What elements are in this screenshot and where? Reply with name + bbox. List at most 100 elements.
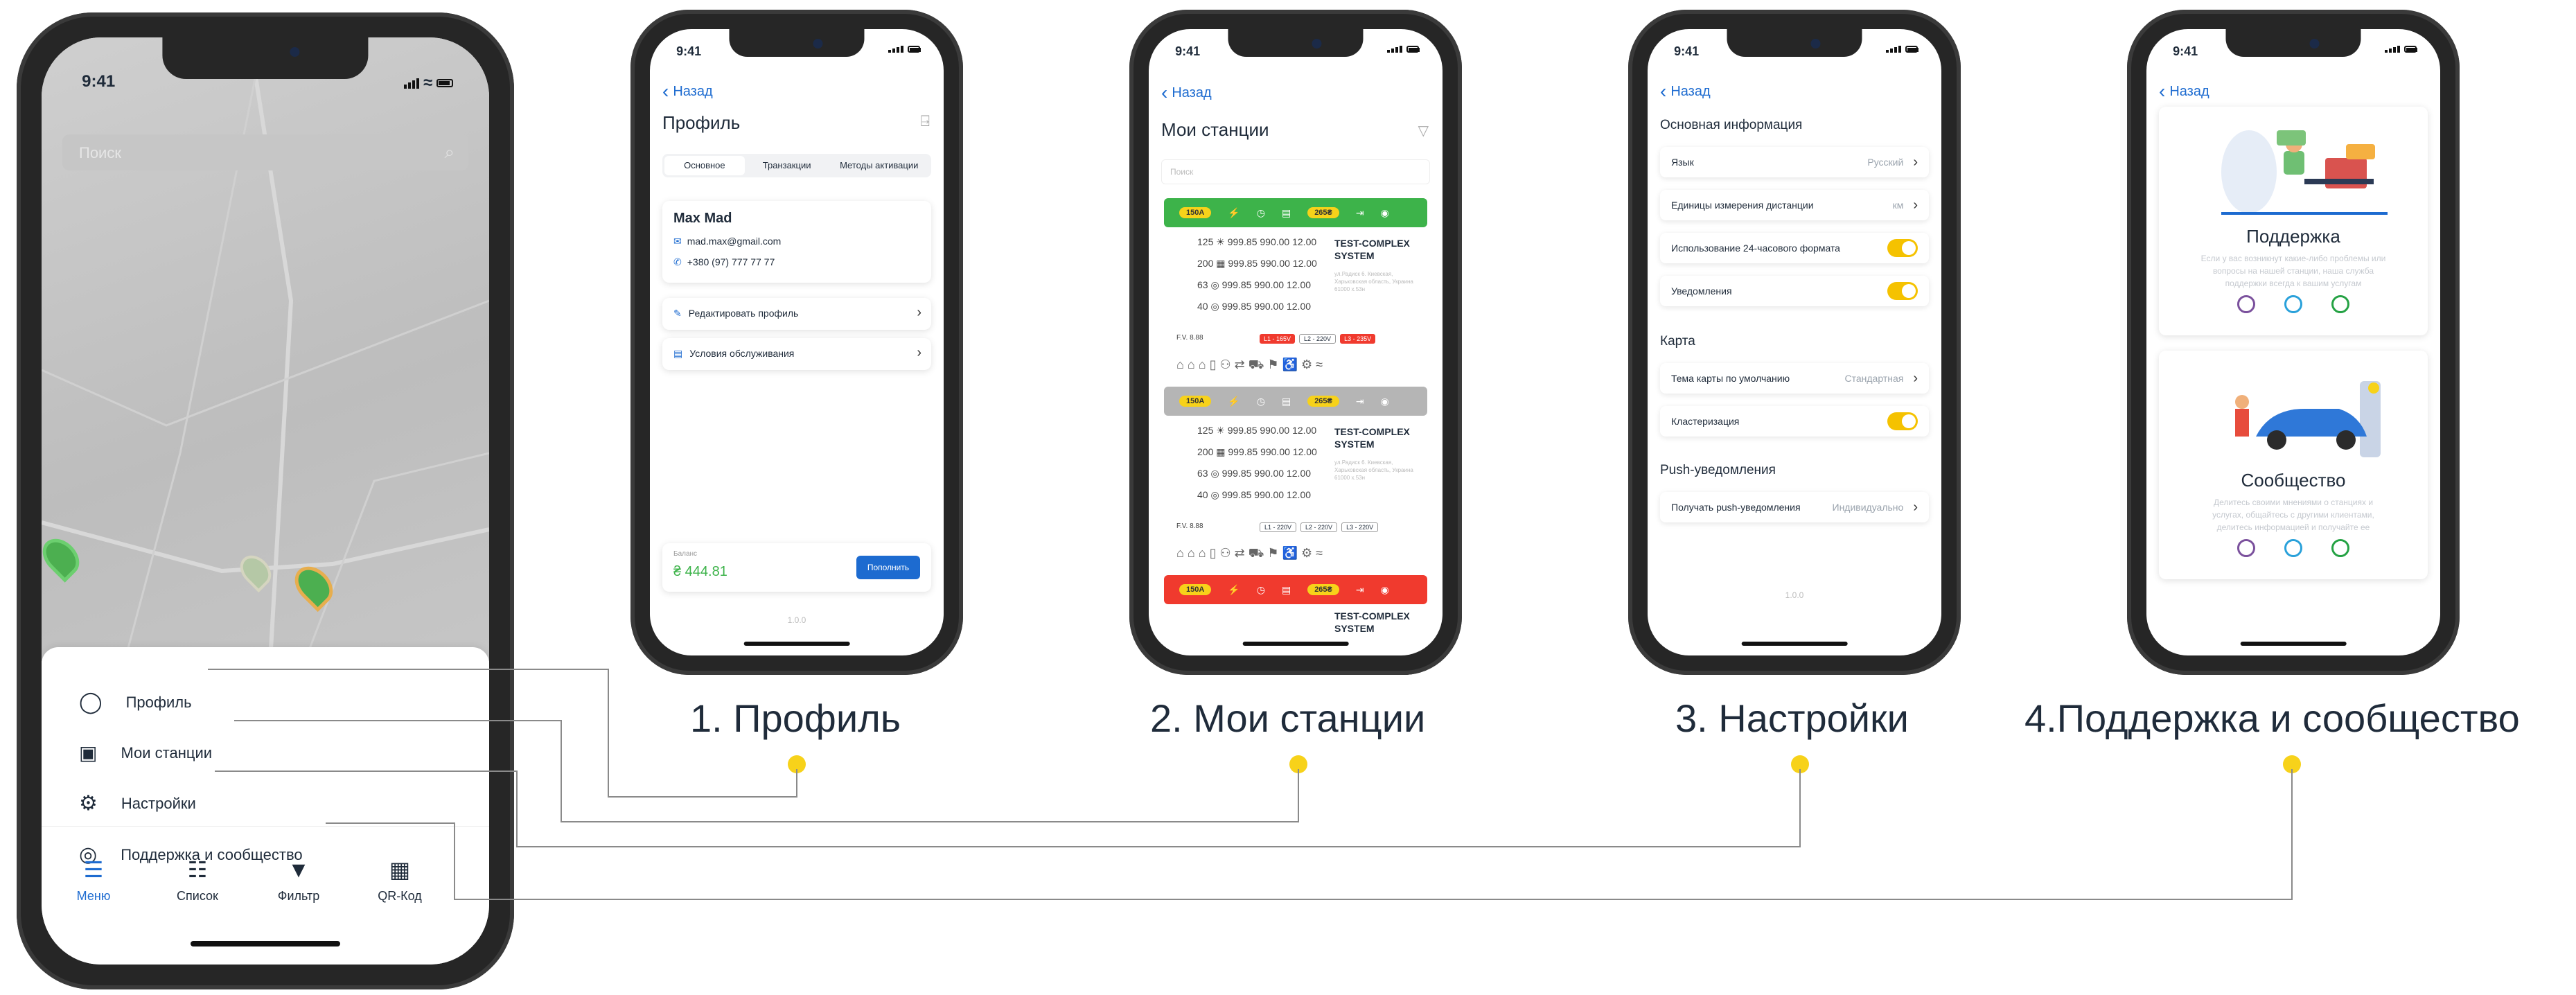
chevron-left-icon: ‹ — [662, 80, 669, 102]
notifications-toggle[interactable] — [1887, 282, 1918, 300]
receipt-icon: ▤ — [1281, 395, 1291, 407]
filter-icon[interactable]: ▽ — [1418, 122, 1429, 139]
status-bar: 9:41 — [650, 44, 944, 65]
phone-icon: ✆ — [673, 256, 682, 267]
whatsapp-icon[interactable] — [2331, 539, 2349, 557]
connector-line: 200 ▦ 999.85 990.00 12.00 — [1197, 258, 1317, 269]
status-bar: 9:41 — [2146, 44, 2440, 65]
map-theme-row[interactable]: Тема карты по умолчанию Стандартная › — [1660, 363, 1929, 394]
segmented-tabs: Основное Транзакции Методы активации — [662, 154, 931, 177]
language-row[interactable]: Язык Русский › — [1660, 147, 1929, 177]
edit-profile-row[interactable]: ✎ Редактировать профиль › — [662, 298, 931, 330]
menu-item-my-stations[interactable]: ▣ Мои станции — [79, 741, 212, 764]
clock: 9:41 — [1175, 44, 1201, 58]
phase-badge: L3 - 235V — [1340, 334, 1376, 344]
whatsapp-icon[interactable] — [2331, 295, 2349, 313]
tab-menu[interactable]: ☰ Меню — [48, 856, 139, 904]
page-title: Профиль — [662, 112, 741, 133]
back-button[interactable]: ‹ Назад — [1161, 82, 1212, 104]
tab-qr[interactable]: ▦ QR-Код — [355, 856, 445, 904]
tab-label: Фильтр — [277, 889, 320, 903]
station-header-grey[interactable]: 150A ⚡ ◷ ▤ 265₴ ⇥ ◉ — [1164, 387, 1427, 416]
home-indicator — [191, 941, 340, 946]
clustering-toggle[interactable] — [1887, 412, 1918, 430]
map-theme-value: Стандартная — [1844, 373, 1904, 384]
phase-badge: L1 - 220V — [1260, 522, 1297, 532]
time-format-toggle[interactable] — [1887, 239, 1918, 257]
home-indicator — [1741, 642, 1848, 646]
phone: ✆ +380 (97) 777 77 77 — [673, 256, 775, 267]
stations-search[interactable]: Поиск — [1161, 159, 1430, 184]
community-card[interactable]: Сообщество Делитесь своими мнениями о ст… — [2159, 351, 2428, 579]
menu-item-label: Профиль — [125, 693, 192, 711]
camera-icon — [290, 47, 300, 57]
station-name: TEST-COMPLEX SYSTEM — [1334, 610, 1410, 634]
topup-button[interactable]: Пополнить — [856, 556, 920, 579]
connector-list: 125 ☀ 999.85 990.00 12.00 200 ▦ 999.85 9… — [1197, 231, 1317, 317]
profile-card: Max Mad ✉ mad.max@gmail.com ✆ +380 (97) 77… — [662, 201, 931, 283]
section-map: Карта — [1660, 334, 1695, 349]
community-title: Сообщество — [2241, 470, 2346, 491]
battery-icon — [1905, 46, 1919, 53]
menu-item-settings[interactable]: ⚙ Настройки — [79, 791, 196, 816]
home-indicator — [743, 642, 850, 646]
tab-list[interactable]: ☷ Список — [152, 856, 242, 904]
back-label: Назад — [2169, 84, 2209, 99]
tab-activation[interactable]: Методы активации — [827, 154, 931, 177]
signal-icon: ⇥ — [1355, 395, 1364, 407]
terms-row[interactable]: ▤ Условия обслуживания › — [662, 338, 931, 370]
connector-line: 125 ☀ 999.85 990.00 12.00 — [1197, 236, 1317, 247]
support-illustration — [2221, 130, 2388, 215]
price-badge: 265₴ — [1307, 584, 1339, 595]
profile-phone: 9:41 ‹ Назад Профиль ⍈ Основное Транзакци… — [630, 10, 963, 675]
chevron-right-icon: › — [1913, 370, 1918, 386]
tab-filter[interactable]: ▼ Фильтр — [254, 856, 344, 904]
tab-main[interactable]: Основное — [664, 156, 745, 175]
community-text: Делитесь своими мнениями о станциях и ус… — [2212, 498, 2374, 532]
telegram-icon[interactable] — [2284, 295, 2302, 313]
logout-icon[interactable]: ⍈ — [921, 112, 930, 130]
connector-line: 200 ▦ 999.85 990.00 12.00 — [1197, 446, 1317, 457]
page-title: Мои станции — [1161, 119, 1269, 140]
community-socials — [2159, 539, 2428, 557]
amenities-icons: ⌂ ⌂ ⌂ ▯ ⚇ ⇄ ⛟ ⚑ ♿ ⚙ ≈ — [1176, 358, 1415, 377]
units-row[interactable]: Единицы измерения дистанции км › — [1660, 190, 1929, 220]
pencil-icon: ✎ — [673, 308, 682, 319]
back-button[interactable]: ‹ Назад — [1660, 80, 1711, 103]
station-header-red[interactable]: 150A ⚡ ◷ ▤ 265₴ ⇥ ◉ — [1164, 575, 1427, 604]
balance-value: ₴ 444.81 — [673, 564, 727, 579]
marker-dot — [1791, 755, 1809, 773]
phase-badge: L2 - 220V — [1299, 334, 1336, 344]
phase-list: L1 - 165V L2 - 220V L3 - 235V — [1260, 334, 1376, 344]
back-button[interactable]: ‹ Назад — [662, 80, 713, 103]
back-button[interactable]: ‹ Назад — [2159, 80, 2209, 103]
menu-item-profile[interactable]: ◯ Профиль — [79, 690, 192, 714]
wifi-icon: ≈ — [423, 73, 433, 92]
home-indicator — [1242, 642, 1349, 646]
station-address: ул.Радиск 6. Киевская, Харьковская облас… — [1334, 459, 1413, 481]
station-header-green[interactable]: 150A ⚡ ◷ ▤ 265₴ ⇥ ◉ — [1164, 198, 1427, 227]
support-card[interactable]: Поддержка Если у вас возникнут какие-либ… — [2159, 107, 2428, 335]
chevron-left-icon: ‹ — [2159, 80, 2166, 102]
chevron-right-icon: › — [1913, 499, 1918, 515]
search-input[interactable]: Поиск ⌕ — [62, 134, 468, 170]
marker-dot — [788, 755, 806, 773]
viber-icon[interactable] — [2237, 539, 2255, 557]
power-badge: 150A — [1179, 584, 1212, 595]
clock-icon: ◷ — [1256, 395, 1265, 407]
main-screen: Поиск ⌕ 9:41 ≈ ◯ Профиль ▣ Мои станции ⚙… — [42, 37, 489, 965]
notifications-row: Уведомления — [1660, 276, 1929, 306]
push-row[interactable]: Получать push-уведомления Индивидуально › — [1660, 492, 1929, 522]
clock-icon: ◷ — [1256, 583, 1265, 595]
fv-version: F.V. 8.88 — [1176, 334, 1203, 342]
tab-transactions[interactable]: Транзакции — [747, 154, 827, 177]
viber-icon[interactable] — [2237, 295, 2255, 313]
station-address: ул.Радиск 6. Киевская, Харьковская облас… — [1334, 271, 1413, 292]
qr-icon: ▦ — [389, 857, 411, 882]
back-label: Назад — [673, 84, 713, 99]
status-bar: 9:41 — [1648, 44, 1941, 65]
telegram-icon[interactable] — [2284, 539, 2302, 557]
map[interactable]: Поиск ⌕ — [42, 37, 489, 661]
balance-card: Баланс ₴ 444.81 Пополнить — [662, 543, 931, 592]
chevron-right-icon: › — [917, 345, 921, 360]
